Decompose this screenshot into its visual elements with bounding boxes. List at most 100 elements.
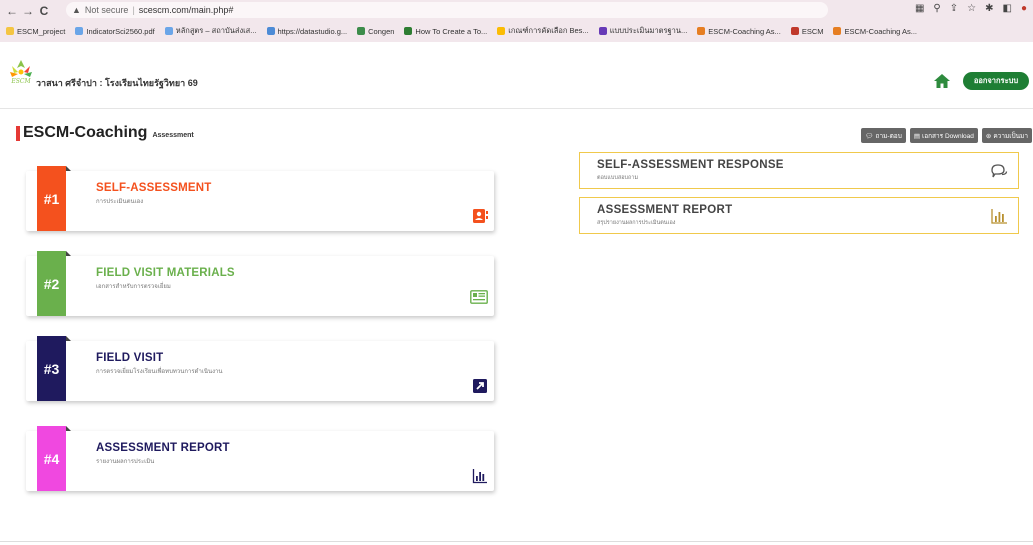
external-link-icon[interactable] [472,378,488,394]
bookmark-label: ESCM [801,26,824,36]
card-field-visit[interactable]: #3 FIELD VISIT การตรวจเยี่ยมโรงเรียนเพื่… [26,336,494,401]
bookmark-item[interactable]: ESCM-Coaching As... [697,27,781,36]
card-subtitle: การตรวจเยี่ยมโรงเรียนเพื่อทบทวนการดำเนิน… [96,369,223,375]
card-subtitle: รายงานผลการประเมิน [96,459,155,465]
card-number-badge: #4 [37,426,71,491]
card-subtitle: การประเมินตนเอง [96,199,144,205]
bookmark-icon [266,27,275,35]
footer-divider [0,541,1033,542]
card-number-badge: #3 [37,336,71,401]
bookmark-icon [697,27,706,35]
reload-button[interactable]: C [36,4,52,18]
bookmark-item[interactable]: IndicatorSci2560.pdf [75,26,155,36]
bookmark-icon [598,27,607,35]
user-school-name: วาสนา ศรีจำปา : โรงเรียนไทยรัฐวิทยา 69 [36,78,198,88]
bookmark-item[interactable]: หลักสูตร – สถาบันส่งเส... [164,25,257,37]
bookmark-label: Congen [368,26,395,36]
bookmark-label: ESCM-Coaching As... [708,26,781,36]
zoom-icon[interactable]: ⚲ [933,3,940,14]
forward-button[interactable]: → [20,4,36,18]
bookmark-item[interactable]: ESCM_project [6,27,65,36]
bookmark-icon [404,27,413,35]
browser-chrome: ← → C ▲ Not secure | scescm.com/main.php… [0,0,1033,42]
bookmark-icon [790,27,799,35]
bookmark-item[interactable]: เกณฑ์การคัดเลือก Bes... [497,25,589,37]
card-title: FIELD VISIT [96,352,164,364]
bookmark-label: หลักสูตร – สถาบันส่งเส... [175,26,257,35]
logout-button[interactable]: ออกจากระบบ [963,72,1029,90]
share-icon[interactable]: ⇪ [950,3,958,14]
download-button[interactable]: ▤ เอกสาร Download [909,128,978,143]
page-title-text: ESCM-Coaching [23,124,148,141]
extensions-icon[interactable]: ✱ [985,3,993,14]
bookmark-item[interactable]: ESCM-Coaching As... [833,27,917,36]
card-field-visit-materials[interactable]: #2 FIELD VISIT MATERIALS เอกสารสำหรับการ… [26,251,494,316]
bookmark-item[interactable]: ESCM [790,26,824,36]
card-number-badge: #2 [37,251,71,316]
card-number-badge: #1 [37,166,71,231]
svg-text:ESCM: ESCM [10,78,31,85]
bookmark-item[interactable]: How To Create a To... [404,27,487,36]
newspaper-icon[interactable] [470,290,488,304]
panel-subtitle: ตอบแบบสอบถาม [597,175,639,181]
bookmark-label: ESCM_project [17,26,66,36]
top-action-buttons: 💬︎ ถาม-ตอบ ▤ เอกสาร Download ⊛ ความเป็นม… [861,128,1032,143]
panel-subtitle: สรุปรายงานผลการประเมินตนเอง [597,220,676,226]
contact-card-icon[interactable] [472,208,488,224]
bar-chart-icon[interactable] [990,207,1008,225]
address-bar[interactable]: ▲ Not secure | scescm.com/main.php# [66,2,828,18]
bookmark-item[interactable]: https://datastudio.g... [266,26,348,36]
security-label: Not secure [84,5,129,15]
url-text[interactable]: scescm.com/main.php# [139,5,234,15]
bookmark-label: แบบประเมินมาตรฐาน... [609,26,688,35]
panel-title: ASSESSMENT REPORT [597,204,733,216]
panel-title: SELF-ASSESSMENT RESPONSE [597,159,784,171]
bookmark-label: เกณฑ์การคัดเลือก Bes... [508,26,589,35]
header-divider [0,108,1033,109]
panel-assessment-report[interactable]: ASSESSMENT REPORT สรุปรายงานผลการประเมิน… [579,197,1019,234]
page-title: ESCM-Coaching Assessment [16,124,194,142]
bookmark-icon [6,27,14,35]
download-button-label: เอกสาร Download [921,132,974,140]
qa-button[interactable]: 💬︎ ถาม-ตอบ [861,128,906,143]
bookmark-icon [75,27,84,35]
card-title: ASSESSMENT REPORT [96,442,230,454]
bookmark-item[interactable]: Congen [357,27,394,36]
bookmark-icon [164,27,173,35]
qa-button-label: ถาม-ตอบ [875,132,902,140]
card-title: SELF-ASSESSMENT [96,182,212,194]
profile-icon[interactable]: ● [1021,3,1027,14]
bookmark-icon [497,27,506,35]
home-icon[interactable] [934,74,950,88]
card-self-assessment[interactable]: #1 SELF-ASSESSMENT การประเมินตนเอง [26,166,494,231]
sidepanel-icon[interactable]: ◧ [1003,3,1012,14]
warning-icon[interactable]: ▲ [72,5,81,15]
browser-toolbar-icons: ▦ ⚲ ⇪ ☆ ✱ ◧ ● [915,3,1027,14]
bookmark-icon [357,27,366,35]
address-row: ← → C ▲ Not secure | scescm.com/main.php… [0,0,1033,21]
page-subtitle: Assessment [152,132,194,139]
bookmark-item[interactable]: แบบประเมินมาตรฐาน... [598,25,688,37]
panel-self-assessment-response[interactable]: SELF-ASSESSMENT RESPONSE ตอบแบบสอบถาม [579,152,1019,189]
chat-bubbles-icon[interactable] [990,162,1008,180]
bookmarks-bar: ESCM_project IndicatorSci2560.pdf หลักสูตร… [0,22,1033,40]
history-button-label: ความเป็นมา [993,132,1028,140]
bookmark-label: IndicatorSci2560.pdf [86,26,155,36]
escm-logo[interactable]: ESCM [8,58,34,86]
chat-icon: 💬︎ [865,132,874,140]
bookmark-label: How To Create a To... [415,26,488,36]
back-button[interactable]: ← [4,4,20,18]
translate-icon[interactable]: ▦ [915,3,924,14]
bar-chart-icon[interactable] [472,468,488,484]
title-accent-bar [16,125,20,141]
bookmark-label: https://datastudio.g... [277,26,348,36]
card-assessment-report[interactable]: #4 ASSESSMENT REPORT รายงานผลการประเมิน [26,426,494,491]
info-icon: ⊛ [985,132,992,140]
bookmark-label: ESCM-Coaching As... [844,26,918,36]
site-header: ESCM วาสนา ศรีจำปา : โรงเรียนไทยรัฐวิทยา… [0,56,1033,108]
bookmark-icon [833,27,842,35]
divider: | [132,5,135,15]
star-icon[interactable]: ☆ [967,3,976,14]
history-button[interactable]: ⊛ ความเป็นมา [981,128,1032,143]
card-title: FIELD VISIT MATERIALS [96,267,235,279]
